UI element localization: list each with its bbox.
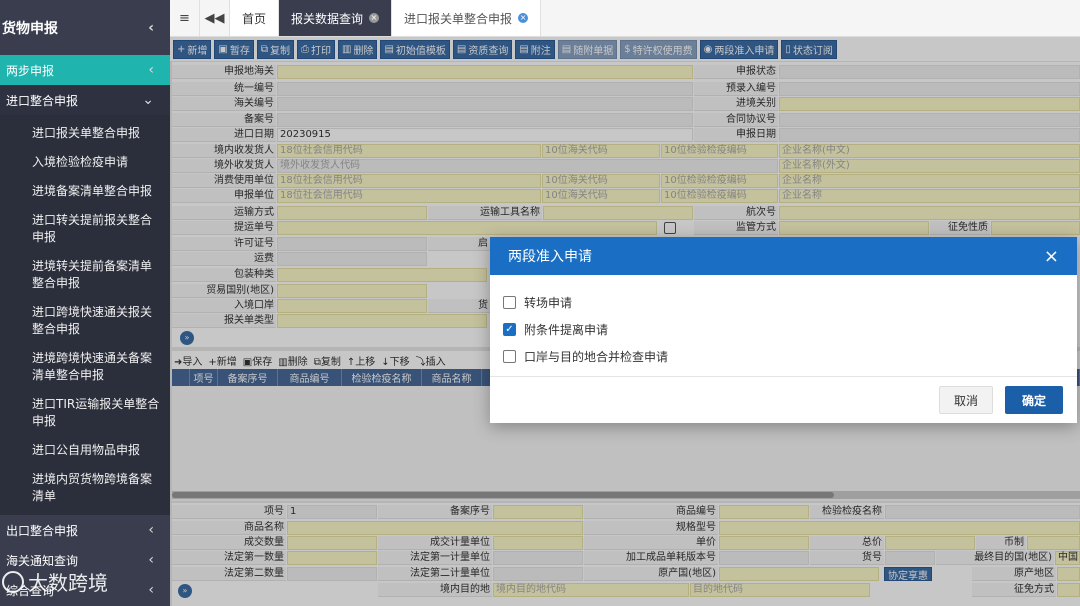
chevron-down-icon: ⌄ [142,92,154,108]
sidebar-group-label: 海关通知查询 [6,553,79,568]
chevron-left-icon: ‹ [148,62,154,78]
sidebar-item[interactable]: 进口跨境快速通关报关整合申报 [0,298,170,344]
close-icon[interactable]: × [369,13,380,23]
two-step-access-dialog: 两段准入申请 × 转场申请 ✓ 附条件提离申请 口岸与目的地合并检查申请 取消 … [490,237,1077,423]
dialog-body: 转场申请 ✓ 附条件提离申请 口岸与目的地合并检查申请 [490,275,1077,370]
sidebar: 货物申报 ‹ 两步申报 ‹ 进口整合申报 ⌄ 进口报关单整合申报 入境检验检疫申… [0,0,170,606]
close-icon[interactable]: × [518,13,529,23]
sidebar-group-label: 出口整合申报 [6,523,79,538]
tab-label: 进口报关单整合申报 [404,11,513,26]
sidebar-group-import[interactable]: 进口整合申报 ⌄ [0,85,170,115]
sidebar-item[interactable]: 进境内贸货物跨境备案清单 [0,465,170,511]
sidebar-item[interactable]: 入境检验检疫申请 [0,148,170,177]
tab-import-declaration[interactable]: 进口报关单整合申报 × [392,0,542,36]
sidebar-item[interactable]: 进境转关提前备案清单整合申报 [0,252,170,298]
app-window: 货物申报 ‹ 两步申报 ‹ 进口整合申报 ⌄ 进口报关单整合申报 入境检验检疫申… [0,0,1080,606]
tab-bar: ≡ ◀◀ 首页 报关数据查询 × 进口报关单整合申报 × [170,0,1080,37]
transfer-checkbox[interactable] [503,296,516,309]
sidebar-group-label: 两步申报 [6,63,55,78]
sidebar-item[interactable]: 进口报关单整合申报 [0,119,170,148]
sidebar-item[interactable]: 进境跨境快速通关备案清单整合申报 [0,344,170,390]
sidebar-group-label: 进口整合申报 [6,93,79,108]
sidebar-title: 货物申报 [2,20,58,37]
option-transfer[interactable]: 转场申请 [503,289,1077,316]
close-icon[interactable]: × [1044,246,1059,267]
sidebar-header[interactable]: 货物申报 ‹ [0,0,170,55]
watermark: 大数跨境 [2,567,108,596]
tab-label: 首页 [242,11,267,26]
option-combined-inspection[interactable]: 口岸与目的地合并检查申请 [503,343,1077,370]
chevron-left-icon: ‹ [148,582,154,598]
sidebar-item[interactable]: 进口公自用物品申报 [0,436,170,465]
option-label: 附条件提离申请 [524,323,609,337]
chevron-left-icon: ‹ [148,522,154,538]
combined-inspection-checkbox[interactable] [503,350,516,363]
dialog-footer: 取消 确定 [490,376,1077,423]
rewind-icon[interactable]: ◀◀ [200,0,230,36]
menu-icon[interactable]: ≡ [170,0,200,36]
dialog-title: 两段准入申请 [508,249,592,265]
chevron-left-icon[interactable]: ‹ [148,20,154,36]
sidebar-submenu: 进口报关单整合申报 入境检验检疫申请 进境备案清单整合申报 进口转关提前报关整合… [0,115,170,515]
conditional-release-checkbox[interactable]: ✓ [503,323,516,336]
sidebar-item[interactable]: 进口转关提前报关整合申报 [0,206,170,252]
tab-home[interactable]: 首页 [230,0,280,36]
sidebar-item[interactable]: 进境备案清单整合申报 [0,177,170,206]
option-label: 转场申请 [524,296,573,310]
tab-label: 报关数据查询 [291,11,364,26]
tab-declaration-query[interactable]: 报关数据查询 × [279,0,393,36]
sidebar-group-export[interactable]: 出口整合申报 ‹ [0,515,170,545]
cancel-button[interactable]: 取消 [938,386,993,414]
chevron-left-icon: ‹ [148,552,154,568]
option-conditional-release[interactable]: ✓ 附条件提离申请 [503,316,1077,343]
option-label: 口岸与目的地合并检查申请 [524,350,669,364]
watermark-logo-icon [2,570,24,593]
watermark-text: 大数跨境 [28,571,108,595]
sidebar-group-two-step[interactable]: 两步申报 ‹ [0,55,170,85]
sidebar-item[interactable]: 进口TIR运输报关单整合申报 [0,390,170,436]
dialog-header: 两段准入申请 × [490,237,1077,275]
confirm-button[interactable]: 确定 [1004,386,1063,414]
